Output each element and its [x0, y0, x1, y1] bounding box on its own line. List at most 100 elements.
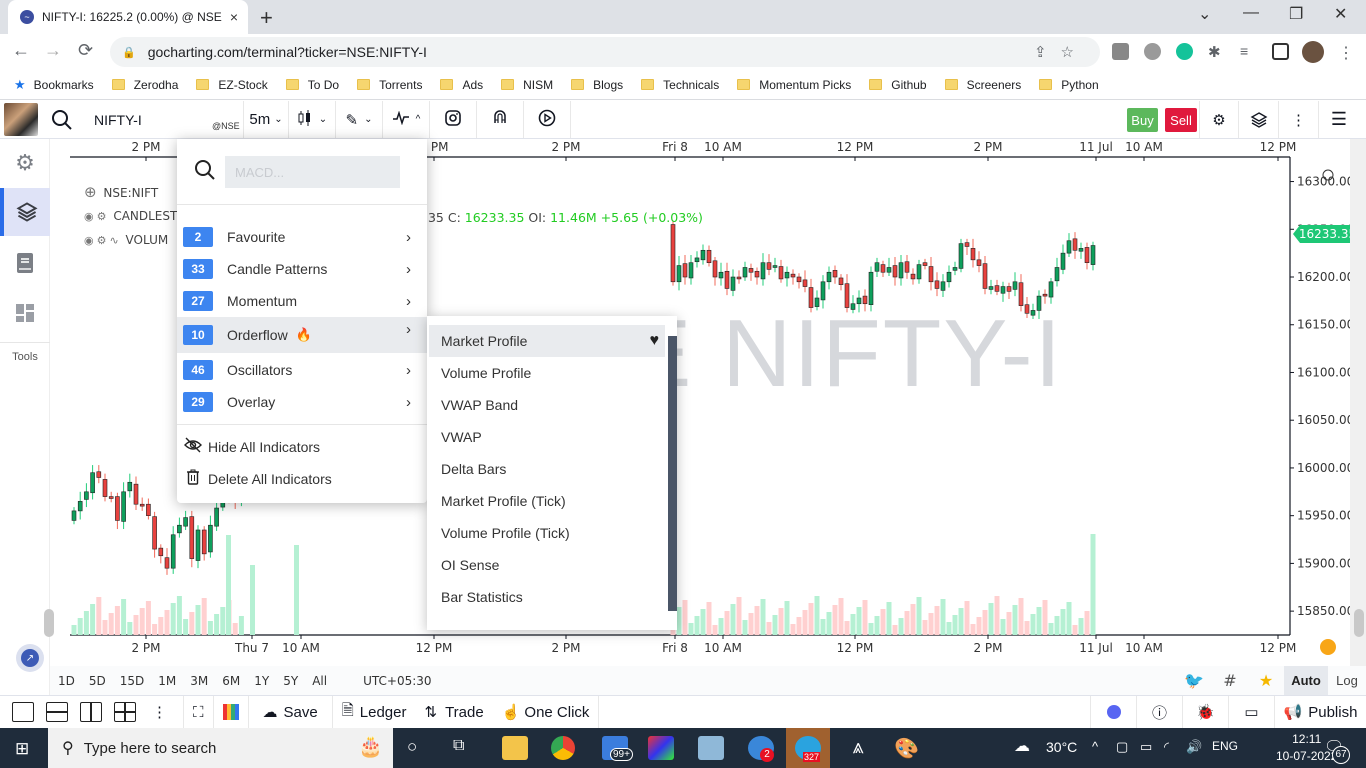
indicator-volume-profile-tick[interactable]: Volume Profile (Tick) [429, 517, 665, 549]
eye-icon[interactable]: ◉ [84, 234, 94, 247]
extension-gear-icon[interactable] [1144, 43, 1161, 60]
category-momentum[interactable]: 27 Momentum › [177, 285, 427, 317]
notepad-icon[interactable] [698, 736, 724, 760]
range-5d[interactable]: 5D [89, 674, 106, 688]
bookmark-to-do[interactable]: To Do [285, 78, 339, 92]
chrome-menu-icon[interactable]: ⋮ [1338, 43, 1355, 62]
task-view-icon[interactable]: ⧉ [453, 737, 464, 755]
weather-temp[interactable]: 30°C [1046, 739, 1077, 755]
submenu-scrollbar[interactable] [668, 336, 677, 611]
heart-favourite-icon[interactable]: ♥ [650, 332, 660, 350]
layout-single-icon[interactable] [12, 702, 34, 722]
layout-horizontal-split-icon[interactable] [46, 702, 68, 722]
auto-scale-button[interactable]: Auto [1284, 666, 1328, 695]
range-3m[interactable]: 3M [190, 674, 208, 688]
range-1y[interactable]: 1Y [254, 674, 269, 688]
sidebar-journal-book-icon[interactable] [0, 239, 50, 287]
taskbar-search[interactable]: ⚲ Type here to search 🎂 [48, 728, 393, 768]
bookmark-blogs[interactable]: Blogs [571, 78, 623, 92]
category-favourite[interactable]: 2 Favourite › [177, 221, 427, 253]
timezone-label[interactable]: UTC+05:30 [363, 674, 431, 688]
paint-icon[interactable]: 🎨 [894, 736, 920, 760]
indicator-volume-profile[interactable]: Volume Profile [429, 357, 665, 389]
extension-tb-icon[interactable] [1112, 43, 1129, 60]
bookmark-ez-stock[interactable]: EZ-Stock [196, 78, 268, 92]
side-panel-icon[interactable] [1272, 43, 1289, 60]
indicator-market-profile[interactable]: Market Profile ♥ [429, 325, 665, 357]
cortana-icon[interactable]: ○ [407, 737, 417, 757]
profile-avatar[interactable] [1302, 41, 1324, 63]
tray-chevron-icon[interactable]: ^ [1092, 739, 1098, 754]
symbol-input[interactable]: NIFTY-I [94, 112, 142, 128]
zoom-in-icon[interactable]: ⊕ [84, 183, 97, 201]
tab-close-icon[interactable]: × [230, 9, 238, 25]
layout-vertical-split-icon[interactable] [80, 702, 102, 722]
fullscreen-icon[interactable]: ⛶ [183, 696, 214, 728]
eye-icon[interactable]: ◉ [84, 210, 94, 223]
trading-app-icon[interactable]: ⩓ [845, 736, 871, 760]
file-explorer-icon[interactable] [502, 736, 528, 760]
bookmark-torrents[interactable]: Torrents [357, 78, 422, 92]
indicator-delta-bars[interactable]: Delta Bars [429, 453, 665, 485]
delete-all-indicators-button[interactable]: Delete All Indicators [183, 464, 332, 494]
weather-cloud-icon[interactable]: ☁ [1014, 736, 1030, 756]
range-1m[interactable]: 1M [158, 674, 176, 688]
drawing-tools-dropdown[interactable]: ✎ ⌄ [336, 101, 383, 138]
sidebar-dashboard-icon[interactable] [0, 289, 50, 337]
affinity-icon[interactable] [648, 736, 674, 760]
range-all[interactable]: All [312, 674, 327, 688]
sell-button[interactable]: Sell [1165, 108, 1197, 132]
log-scale-button[interactable]: Log [1328, 673, 1366, 688]
forward-button[interactable]: → [44, 40, 62, 61]
indicator-oi-sense[interactable]: OI Sense [429, 549, 665, 581]
back-button[interactable]: ← [12, 40, 30, 61]
video-icon[interactable]: ▭ [1228, 696, 1274, 728]
right-panel-handle[interactable] [1354, 609, 1364, 637]
indicator-market-profile-tick[interactable]: Market Profile (Tick) [429, 485, 665, 517]
bookmark-ads[interactable]: Ads [440, 78, 483, 92]
restore-button[interactable]: ❐ [1289, 4, 1303, 24]
indicators-dropdown[interactable]: ^ [383, 101, 430, 138]
bookmark-screeners[interactable]: Screeners [944, 78, 1021, 92]
bug-report-icon[interactable]: 🐞 [1182, 696, 1228, 728]
twitter-icon[interactable]: 🐦 [1176, 671, 1212, 690]
sidebar-settings-icon[interactable]: ⚙ [0, 139, 50, 187]
category-overlay[interactable]: 29 Overlay › [177, 386, 427, 418]
save-button[interactable]: ☁ Save [249, 696, 333, 728]
range-15d[interactable]: 15D [120, 674, 145, 688]
category-oscillators[interactable]: 46 Oscillators › [177, 354, 427, 386]
bookmark-momentum-picks[interactable]: Momentum Picks [737, 78, 851, 92]
wifi-icon[interactable]: ◜ [1164, 739, 1169, 755]
chrome-taskbar-icon[interactable] [551, 736, 575, 760]
range-6m[interactable]: 6M [222, 674, 240, 688]
bookmark-technicals[interactable]: Technicals [641, 78, 719, 92]
buy-button[interactable]: Buy [1127, 108, 1158, 132]
windows-start-icon[interactable]: ⊞ [15, 739, 29, 759]
grid-icon[interactable]: # [1212, 671, 1248, 690]
layout-quad-icon[interactable] [114, 702, 136, 722]
category-orderflow[interactable]: 10 Orderflow 🔥 › [177, 317, 427, 353]
ledger-button[interactable]: 🗎 Ledger [333, 696, 416, 728]
volume-icon[interactable]: 🔊 [1186, 739, 1202, 755]
indicator-search-input[interactable] [225, 156, 400, 188]
bookmark-star-icon[interactable]: ☆ [1061, 44, 1088, 61]
category-candle-patterns[interactable]: 33 Candle Patterns › [177, 253, 427, 285]
settings-gear-icon[interactable]: ⚙ [1199, 101, 1239, 138]
minimize-button[interactable]: — [1243, 4, 1259, 22]
meet-icon[interactable]: ▢ [1116, 739, 1128, 755]
indicator-vwap[interactable]: VWAP [429, 421, 665, 453]
publish-button[interactable]: 📢 Publish [1274, 696, 1366, 728]
range-5y[interactable]: 5Y [283, 674, 298, 688]
hamburger-menu-icon[interactable]: ☰ [1319, 101, 1359, 138]
screenshot-button[interactable] [430, 101, 477, 138]
interval-dropdown[interactable]: 5m ⌄ [243, 101, 289, 138]
symbol-search-icon[interactable] [42, 101, 82, 138]
magnet-button[interactable] [477, 101, 524, 138]
chart-type-dropdown[interactable]: ⌄ [289, 101, 336, 138]
indicator-vwap-band[interactable]: VWAP Band [429, 389, 665, 421]
help-icon[interactable]: ⓘ [1136, 696, 1182, 728]
extensions-puzzle-icon[interactable]: ✱ [1208, 43, 1225, 61]
indicator-bar-statistics[interactable]: Bar Statistics [429, 581, 665, 613]
trade-button[interactable]: ⇅ Trade [416, 696, 493, 728]
bookmark-nism[interactable]: NISM [501, 78, 553, 92]
